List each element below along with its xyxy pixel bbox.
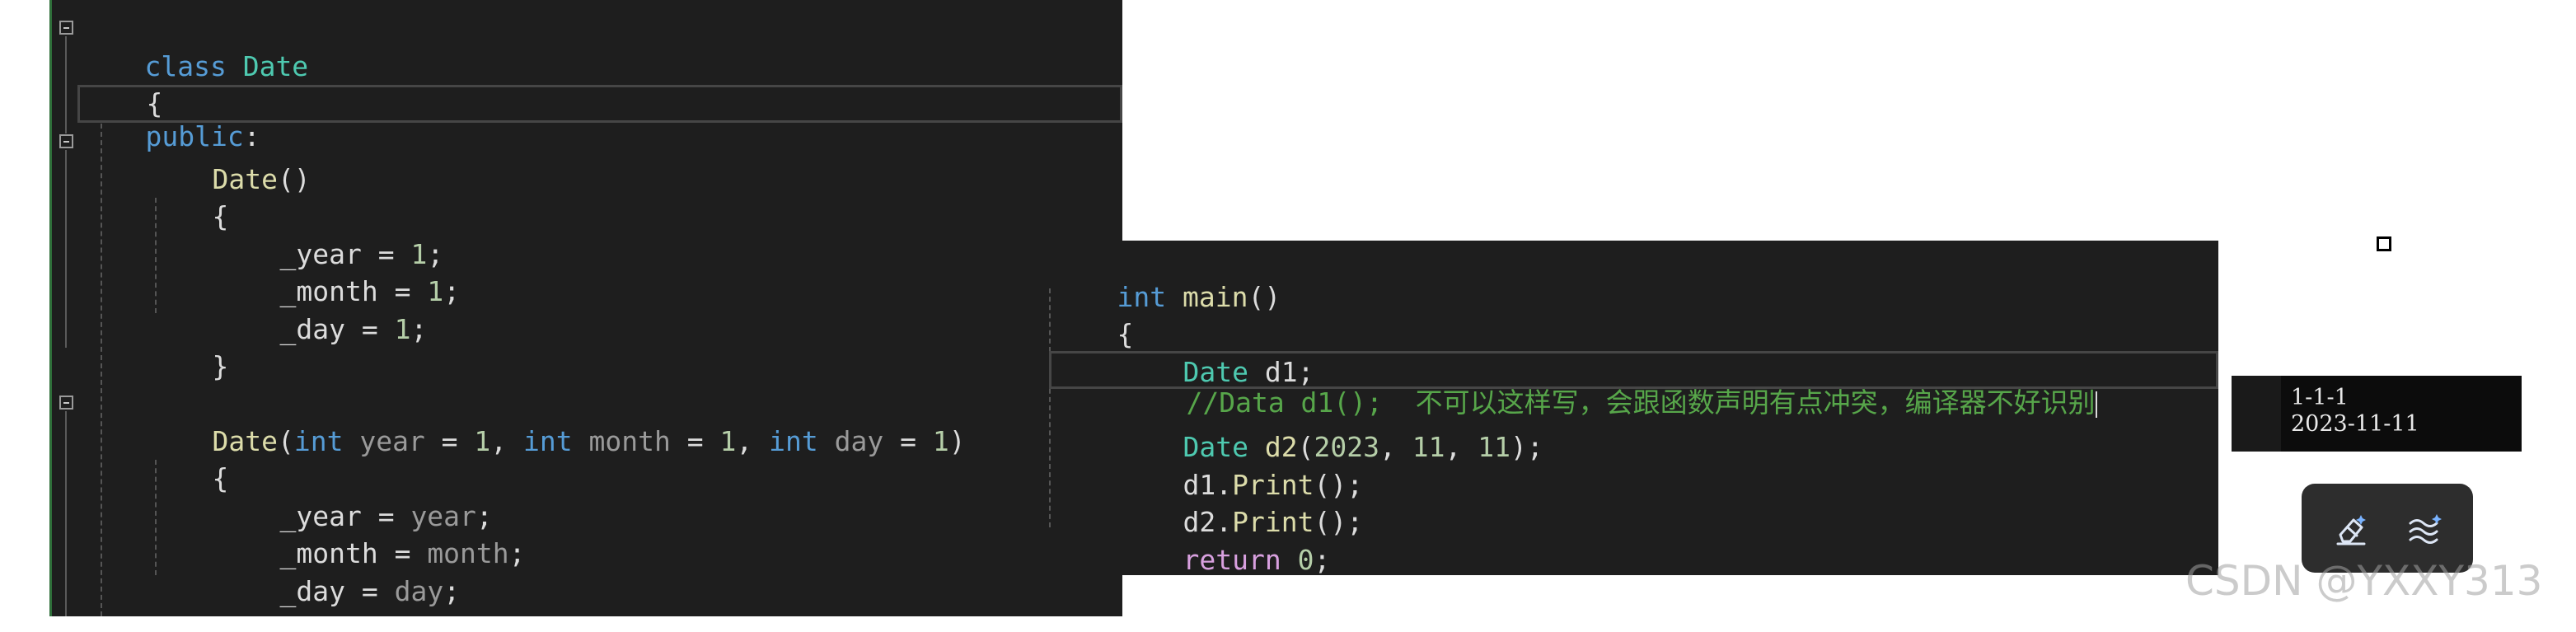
code-line[interactable]: _day = day; [214,535,460,607]
code-line[interactable]: return 0; [1117,503,1330,575]
code-line[interactable]: { [81,47,162,119]
number-token: 11 [1478,431,1510,463]
code-line[interactable]: class Date [79,10,308,82]
code-line[interactable]: _month = 1; [214,235,460,307]
paren-token: ) [948,425,966,457]
paren-token: ( [277,425,294,457]
code-line[interactable]: } [147,572,228,616]
member-token: _day [279,575,345,607]
operator-token: = [883,425,933,457]
code-line[interactable]: } [1051,541,1133,575]
number-token: 0 [1297,544,1314,575]
console-output: 1-1-1 2023-11-11 [2232,376,2522,452]
console-gutter [2232,376,2281,452]
code-line[interactable]: Date d1; [1117,316,1314,388]
code-line[interactable]: { [1051,278,1133,350]
function-name-token: main [1182,281,1248,313]
code-line[interactable]: _year = year; [214,460,492,532]
number-token: 11 [1412,431,1445,463]
code-line[interactable]: Date d2(2023, 11, 11); [1117,391,1543,463]
number-token: 1 [474,425,491,457]
semicolon-token: ; [443,275,461,307]
code-line[interactable]: d2.Print(); [1117,466,1363,538]
comma-token: , [1379,431,1412,463]
brace-token: } [212,612,228,616]
code-line[interactable]: } [147,310,228,382]
code-line[interactable]: int main() [1051,241,1281,313]
code-line[interactable]: { [147,422,228,494]
paren-token: ); [1510,431,1543,463]
code-line[interactable]: _year = 1; [214,198,443,270]
right-code-editor[interactable]: int main() { Date d1; //Data d1(); 不可以这样… [1045,241,2218,575]
paren-token: () [1248,281,1281,313]
class-name-token: Date [242,50,309,82]
semicolon-token: ; [508,537,526,569]
code-line[interactable]: Date() [147,123,310,195]
param-token: day [834,425,884,457]
current-line-highlight[interactable]: public: [77,85,1122,152]
member-token: _day [279,313,345,345]
console-line-1: 1-1-1 [2291,385,2349,410]
type-token: int [769,425,818,457]
collapse-default-ctor-icon[interactable] [59,134,73,148]
indent-guide [101,124,102,616]
watermark: CSDN @YXXY313 [2185,557,2543,605]
comma-token: , [1445,431,1478,463]
collapse-class-icon[interactable] [59,21,73,35]
current-line-highlight[interactable]: //Data d1(); 不可以这样写，会跟函数声明有点冲突，编译器不好识别 [1049,351,2218,419]
operator-token: = [424,425,475,457]
param-token: year [359,425,425,457]
indent-guide [1049,288,1051,527]
code-line[interactable]: Date(int year = 1, int month = 1, int da… [147,385,965,457]
param-token: day [394,575,444,607]
operator-token: = [344,575,395,607]
number-token: 1 [932,425,949,457]
selection-handle[interactable] [2377,236,2391,251]
collapse-param-ctor-icon[interactable] [59,396,73,410]
paren-token: () [277,163,311,195]
code-line[interactable]: d1.Print(); [1117,428,1363,501]
number-token: 1 [719,425,737,457]
outline-bar [65,150,67,348]
semicolon-token: ; [410,313,428,345]
type-token: int [293,425,344,457]
type-token: int [523,425,573,457]
console-line-2: 2023-11-11 [2291,411,2419,437]
left-code-editor[interactable]: class Date { public: Date() { _year = 1;… [49,0,1122,616]
operator-token: = [670,425,720,457]
outline-bar [65,36,67,133]
code-line[interactable]: _month = month; [214,497,525,569]
number-token: 1 [394,313,411,345]
text-caret [2095,391,2097,418]
param-token: month [588,425,671,457]
clear-strokes-icon[interactable] [2400,503,2450,553]
outline-bar [65,411,67,616]
number-token: 1 [427,275,444,307]
comma-token: , [736,425,770,457]
semicolon-token: ; [1314,544,1331,575]
eraser-icon[interactable] [2326,503,2376,553]
code-line[interactable]: _day = 1; [214,273,427,345]
return-keyword-token: return [1183,544,1281,575]
comma-token: , [490,425,524,457]
code-line[interactable]: { [147,160,228,232]
semicolon-token: ; [443,575,461,607]
operator-token: = [344,313,395,345]
brace-token: } [212,350,229,382]
